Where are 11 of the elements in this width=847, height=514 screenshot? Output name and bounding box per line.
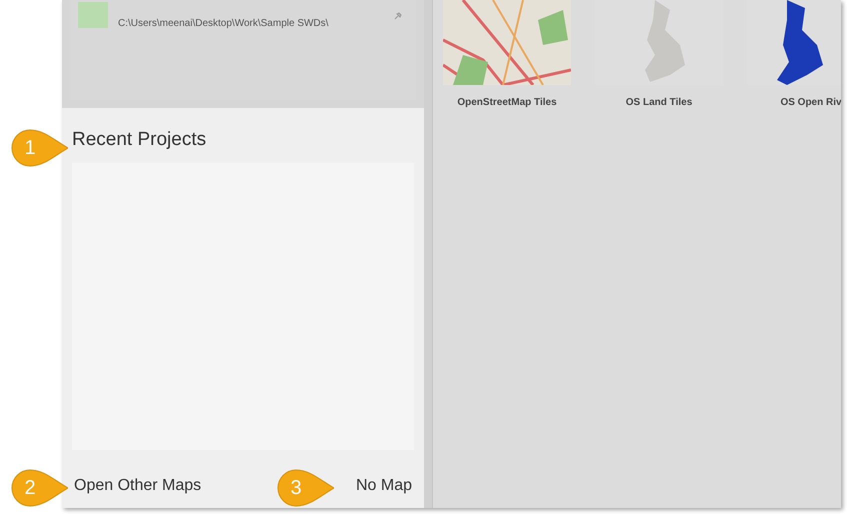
pin-icon[interactable] (394, 12, 402, 20)
callout-number: 1 (23, 136, 37, 160)
map-thumbnail (78, 2, 108, 28)
tile-label: OS Land Tiles (626, 96, 692, 110)
footer-link[interactable]: Open Other Maps (74, 474, 202, 498)
tile-label: OpenStreetMap Tiles (457, 96, 557, 110)
callout-number: 2 (23, 476, 37, 500)
footer-link[interactable]: No Map (356, 474, 412, 498)
callout-number: 3 (289, 476, 303, 500)
section-title: Recent Projects (72, 130, 208, 149)
file-path: C:\Users\meenai\Desktop\Work\Sample SWDs\ (118, 17, 328, 31)
